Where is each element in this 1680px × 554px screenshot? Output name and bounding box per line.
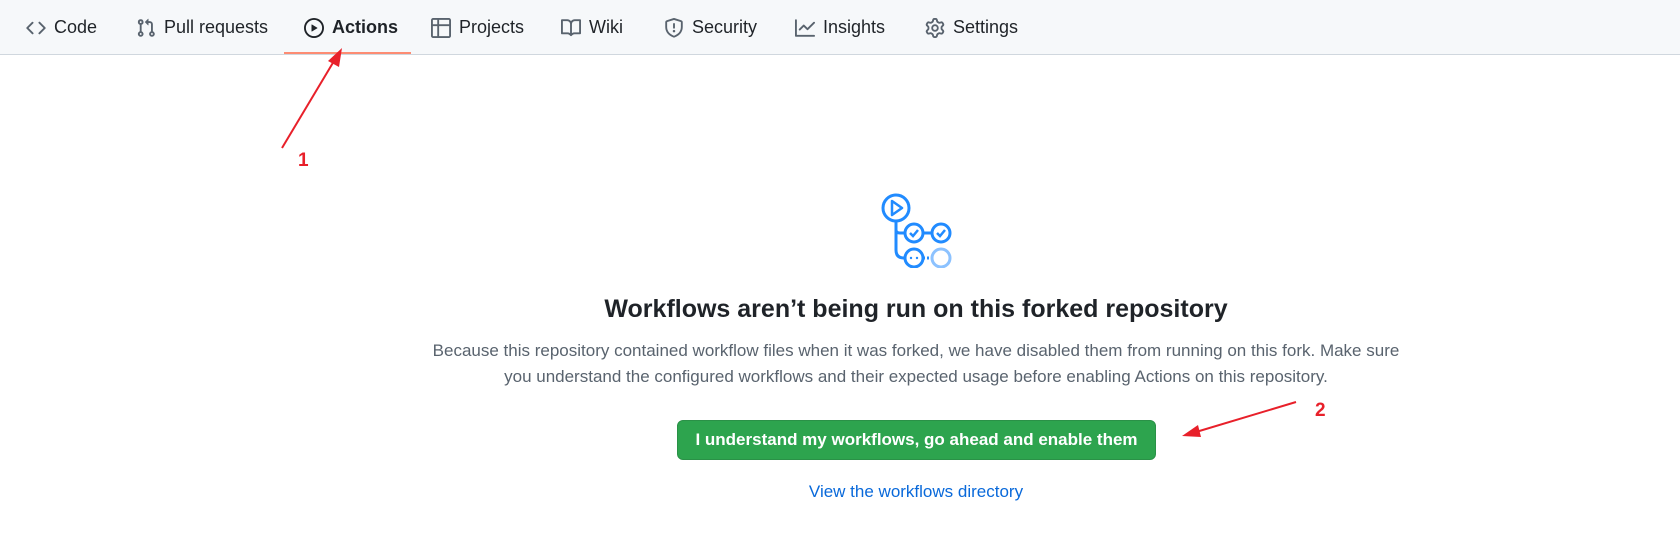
tab-settings-label: Settings xyxy=(953,17,1019,37)
description-line-2: you understand the configured workflows … xyxy=(504,367,1328,386)
tab-projects-label: Projects xyxy=(459,17,525,37)
tab-insights-label: Insights xyxy=(823,17,886,37)
tab-actions[interactable]: Actions xyxy=(304,0,398,55)
annotation-arrow-1 xyxy=(281,55,338,149)
page: Code Pull requests Actions Projects Wiki xyxy=(0,0,1680,554)
table-icon xyxy=(431,17,451,38)
annotation-marker-2: 2 xyxy=(1315,400,1326,421)
annotation-marker-1: 1 xyxy=(298,150,309,171)
description-line-1: Because this repository contained workfl… xyxy=(432,341,1400,360)
description: Because this repository contained workfl… xyxy=(411,338,1421,390)
tab-wiki-label: Wiki xyxy=(589,17,623,37)
tab-security[interactable]: Security xyxy=(664,0,757,55)
page-title: Workflows aren’t being run on this forke… xyxy=(604,295,1228,323)
gear-icon xyxy=(925,17,945,38)
play-circle-icon xyxy=(304,17,324,38)
book-icon xyxy=(561,18,581,38)
active-tab-underline xyxy=(284,52,411,54)
tab-code-label: Code xyxy=(54,17,98,37)
git-pull-request-icon xyxy=(136,18,156,38)
repo-nav: Code Pull requests Actions Projects Wiki xyxy=(0,0,1680,55)
tab-wiki[interactable]: Wiki xyxy=(561,0,623,55)
tab-insights[interactable]: Insights xyxy=(795,0,885,55)
annotation-arrows xyxy=(281,48,1297,437)
tab-security-label: Security xyxy=(692,17,758,37)
annotation-arrow-2 xyxy=(1195,401,1297,433)
enable-workflows-button[interactable]: I understand my workflows, go ahead and … xyxy=(677,420,1156,460)
tab-settings[interactable]: Settings xyxy=(925,0,1018,55)
shield-icon xyxy=(664,17,684,38)
graph-icon xyxy=(795,18,815,38)
view-workflows-directory-link[interactable]: View the workflows directory xyxy=(0,482,1680,502)
tab-actions-label: Actions xyxy=(332,17,399,37)
tab-code[interactable]: Code xyxy=(26,0,97,55)
annotation-arrowhead-2 xyxy=(1182,425,1201,437)
workflow-graphic-icon xyxy=(881,193,952,268)
tab-pull-requests[interactable]: Pull requests xyxy=(136,0,268,55)
code-icon xyxy=(26,18,46,38)
tab-pull-requests-label: Pull requests xyxy=(164,17,269,37)
tab-projects[interactable]: Projects xyxy=(431,0,524,55)
